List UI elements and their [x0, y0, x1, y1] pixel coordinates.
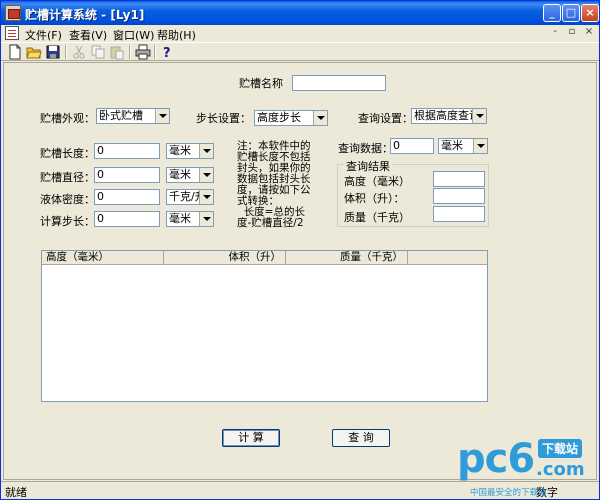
- step-setting-select-value: 高度步长: [257, 111, 301, 124]
- watermark-com: .com: [536, 459, 585, 480]
- status-ready: 就绪: [5, 486, 27, 499]
- toolbar-separator: [65, 45, 67, 59]
- watermark-logo: pc6: [457, 436, 535, 482]
- calc-step-label: 计算步长：: [40, 215, 95, 228]
- mdi-minimize-icon[interactable]: -: [549, 27, 561, 39]
- mdi-restore-icon[interactable]: ▫: [566, 27, 578, 39]
- result-mass-label: 质量（千克）: [344, 211, 410, 224]
- column-volume[interactable]: 体积（升）: [164, 251, 286, 265]
- query-setting-label: 查询设置：: [358, 112, 413, 125]
- menu-window[interactable]: 窗口(W): [113, 27, 154, 43]
- client-area: 贮槽名称 贮槽外观： 卧式贮槽 步长设置： 高度步长 查询设置： 根据高度查询 …: [3, 62, 597, 480]
- calc-step-unit-select[interactable]: 毫米: [166, 211, 214, 227]
- document-icon[interactable]: [5, 26, 19, 40]
- density-input[interactable]: 0: [94, 189, 160, 205]
- query-data-label: 查询数据：: [338, 142, 393, 155]
- save-disk-icon[interactable]: [45, 44, 61, 60]
- close-button[interactable]: ×: [581, 4, 599, 22]
- paste-icon[interactable]: [109, 44, 125, 60]
- chevron-down-icon[interactable]: [472, 109, 486, 123]
- query-result-group: 查询结果 高度（毫米） 体积（升）： 质量（千克）: [337, 158, 489, 227]
- diameter-input[interactable]: 0: [94, 167, 160, 183]
- open-folder-icon[interactable]: [26, 44, 42, 60]
- watermark-badge: 下载站: [538, 439, 583, 458]
- query-button[interactable]: 查 询: [332, 429, 390, 447]
- app-window: 贮槽计算系统 - [Ly1] _ □ × 文件(F) 查看(V) 窗口(W) 帮…: [0, 0, 600, 500]
- query-data-unit-select[interactable]: 毫米: [438, 138, 488, 154]
- diameter-unit-value: 毫米: [169, 168, 191, 181]
- length-unit-value: 毫米: [169, 144, 191, 157]
- menu-help[interactable]: 帮助(H): [157, 27, 196, 43]
- query-setting-select-value: 根据高度查询: [414, 109, 480, 122]
- menu-view[interactable]: 查看(V): [69, 27, 107, 43]
- tank-name-input[interactable]: [292, 75, 386, 91]
- diameter-label: 贮槽直径：: [40, 171, 95, 184]
- column-mass[interactable]: 质量（千克）: [286, 251, 408, 265]
- appearance-select-value: 卧式贮槽: [99, 109, 143, 122]
- new-file-icon[interactable]: [7, 44, 23, 60]
- maximize-button[interactable]: □: [562, 4, 580, 22]
- chevron-down-icon[interactable]: [313, 111, 327, 125]
- toolbar: ?: [1, 43, 599, 61]
- note-text: 注：本软件中的贮槽长度不包括封头，如果你的数据包括封头长度，请按如下公式转换： …: [237, 141, 315, 229]
- copy-icon[interactable]: [90, 44, 106, 60]
- chevron-down-icon[interactable]: [199, 190, 213, 204]
- cut-scissors-icon[interactable]: [71, 44, 87, 60]
- app-icon[interactable]: [5, 5, 21, 21]
- calculate-button[interactable]: 计 算: [222, 429, 280, 447]
- mdi-close-icon[interactable]: ×: [583, 27, 595, 39]
- title-bar[interactable]: 贮槽计算系统 - [Ly1] _ □ ×: [1, 1, 599, 25]
- tank-name-label: 贮槽名称: [239, 77, 283, 90]
- query-data-input[interactable]: 0: [390, 138, 434, 154]
- toolbar-separator: [154, 45, 156, 59]
- result-height-label: 高度（毫米）: [344, 175, 410, 188]
- svg-text:?: ?: [163, 46, 171, 60]
- appearance-label: 贮槽外观：: [40, 112, 95, 125]
- chevron-down-icon[interactable]: [199, 168, 213, 182]
- note-content: 注：本软件中的贮槽长度不包括封头，如果你的数据包括封头长度，请按如下公式转换： …: [237, 140, 311, 229]
- length-label: 贮槽长度：: [40, 147, 95, 160]
- results-table[interactable]: 高度（毫米） 体积（升） 质量（千克）: [41, 250, 488, 402]
- chevron-down-icon[interactable]: [199, 212, 213, 226]
- watermark-subtitle: 中国最安全的下载站: [470, 488, 547, 498]
- calc-step-unit-value: 毫米: [169, 212, 191, 225]
- length-unit-select[interactable]: 毫米: [166, 143, 214, 159]
- site-watermark: pc6 下载站 .com 中国最安全的下载站: [457, 437, 599, 499]
- diameter-unit-select[interactable]: 毫米: [166, 167, 214, 183]
- step-setting-label: 步长设置：: [196, 112, 251, 125]
- query-result-legend: 查询结果: [344, 158, 392, 174]
- menu-bar: 文件(F) 查看(V) 窗口(W) 帮助(H) - ▫ ×: [1, 25, 599, 43]
- query-data-unit-value: 毫米: [441, 139, 463, 152]
- length-input[interactable]: 0: [94, 143, 160, 159]
- minimize-button[interactable]: _: [543, 4, 561, 22]
- step-setting-select[interactable]: 高度步长: [254, 110, 328, 126]
- table-header: 高度（毫米） 体积（升） 质量（千克）: [42, 251, 487, 265]
- help-question-icon[interactable]: ?: [159, 44, 175, 60]
- appearance-select[interactable]: 卧式贮槽: [96, 108, 170, 124]
- density-unit-select[interactable]: 千克/升: [166, 189, 214, 205]
- column-height[interactable]: 高度（毫米）: [42, 251, 164, 265]
- chevron-down-icon[interactable]: [473, 139, 487, 153]
- toolbar-separator: [129, 45, 131, 59]
- window-title: 贮槽计算系统 - [Ly1]: [25, 8, 145, 22]
- print-icon[interactable]: [135, 44, 151, 60]
- chevron-down-icon[interactable]: [199, 144, 213, 158]
- chevron-down-icon[interactable]: [155, 109, 169, 123]
- density-label: 液体密度：: [40, 193, 95, 206]
- result-volume-label: 体积（升）：: [344, 192, 405, 205]
- result-mass-output[interactable]: [433, 206, 485, 222]
- result-volume-output[interactable]: [433, 188, 485, 204]
- result-height-output[interactable]: [433, 171, 485, 187]
- calc-step-input[interactable]: 0: [94, 211, 160, 227]
- query-setting-select[interactable]: 根据高度查询: [411, 108, 487, 124]
- menu-file[interactable]: 文件(F): [25, 27, 62, 43]
